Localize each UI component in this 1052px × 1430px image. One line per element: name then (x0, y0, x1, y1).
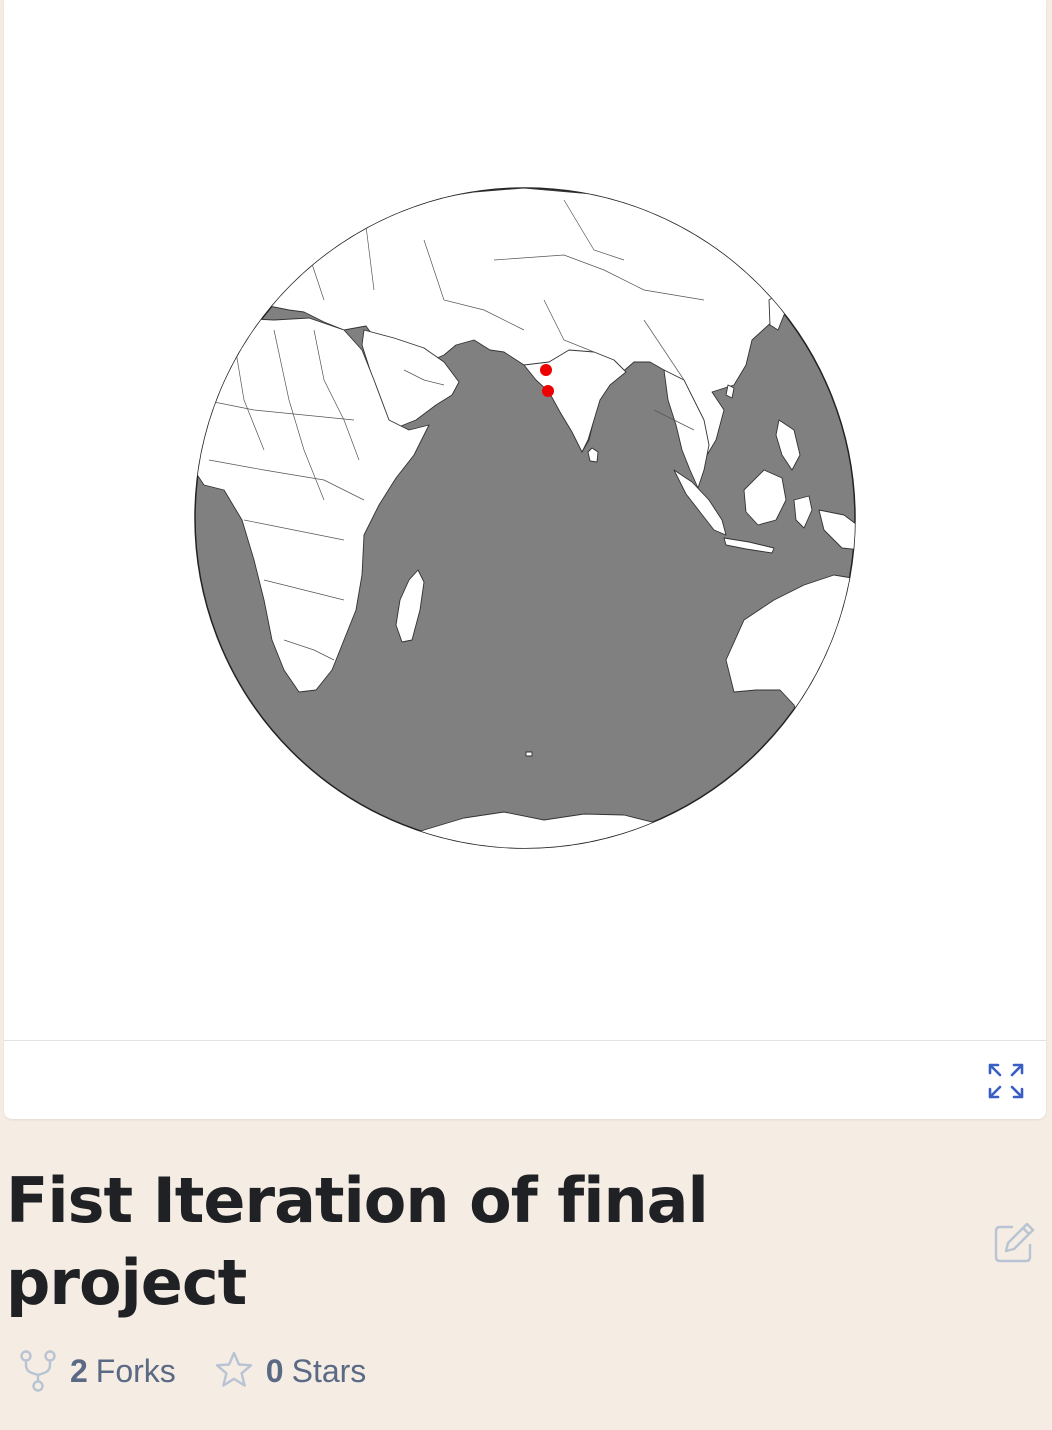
edit-title-button[interactable] (990, 1219, 1038, 1267)
star-icon (214, 1349, 254, 1393)
landmass-small-island (525, 751, 533, 757)
forks-stat[interactable]: 2 Forks (18, 1349, 176, 1393)
stars-label: Stars (291, 1352, 367, 1389)
forks-label: Forks (95, 1352, 176, 1389)
visualization-card (4, 0, 1046, 1119)
globe-svg (194, 187, 856, 849)
stars-count: 0 (265, 1352, 284, 1389)
forks-count: 2 (70, 1352, 88, 1389)
stars-stat[interactable]: 0 Stars (214, 1349, 366, 1393)
fork-icon (18, 1349, 58, 1393)
edit-pencil-icon (994, 1222, 1035, 1263)
visualization-footer (4, 1040, 1046, 1119)
map-marker-1[interactable] (540, 364, 552, 376)
page-title: Fist Iteration of final project (6, 1164, 709, 1319)
expand-arrows-icon (988, 1063, 1024, 1099)
map-marker-2[interactable] (542, 385, 554, 397)
fullscreen-button[interactable] (986, 1061, 1026, 1101)
project-stats: 2 Forks 0 Stars (18, 1348, 404, 1394)
landmass-taiwan (725, 384, 735, 399)
globe-map[interactable] (4, 0, 1046, 1040)
